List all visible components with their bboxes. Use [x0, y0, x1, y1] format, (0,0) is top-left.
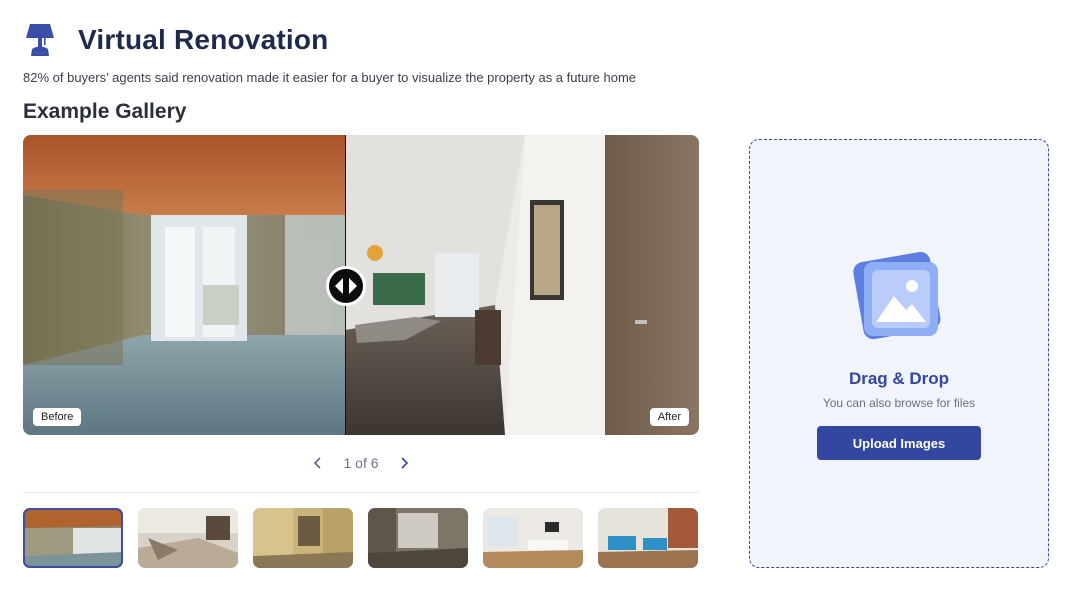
after-label: After: [649, 408, 689, 426]
after-image: [345, 135, 699, 435]
image-upload-icon: [853, 251, 941, 340]
before-label: Before: [33, 408, 82, 426]
thumbnail-strip: [23, 508, 698, 568]
chevron-left-icon: [314, 457, 322, 469]
page-subtitle: 82% of buyers’ agents said renovation ma…: [23, 70, 637, 85]
next-button[interactable]: [395, 453, 415, 473]
thumbnail-2[interactable]: [138, 508, 238, 568]
lamp-icon: [26, 24, 54, 56]
thumbnail-5[interactable]: [483, 508, 583, 568]
left-right-arrows-icon: [335, 278, 357, 294]
upload-dropzone[interactable]: Drag & Drop You can also browse for file…: [749, 139, 1049, 568]
gallery-pager: 1 of 6: [23, 450, 699, 476]
before-image: [23, 135, 345, 435]
gallery-title: Example Gallery: [23, 100, 187, 123]
page-header: Virtual Renovation: [23, 20, 328, 60]
dropzone-title: Drag & Drop: [848, 369, 950, 388]
upload-images-button[interactable]: Upload Images: [817, 426, 981, 460]
separator: [23, 492, 699, 493]
page-indicator: 1 of 6: [343, 455, 379, 471]
chevron-right-icon: [400, 457, 408, 469]
slider-handle[interactable]: [326, 266, 366, 306]
thumbnail-1[interactable]: [23, 508, 123, 568]
page-title: Virtual Renovation: [78, 24, 329, 55]
thumbnail-4[interactable]: [368, 508, 468, 568]
dropzone-subtitle: You can also browse for files: [822, 396, 976, 410]
thumbnail-3[interactable]: [253, 508, 353, 568]
prev-button[interactable]: [307, 453, 327, 473]
thumbnail-6[interactable]: [598, 508, 698, 568]
before-after-viewer[interactable]: Before After: [23, 135, 699, 435]
